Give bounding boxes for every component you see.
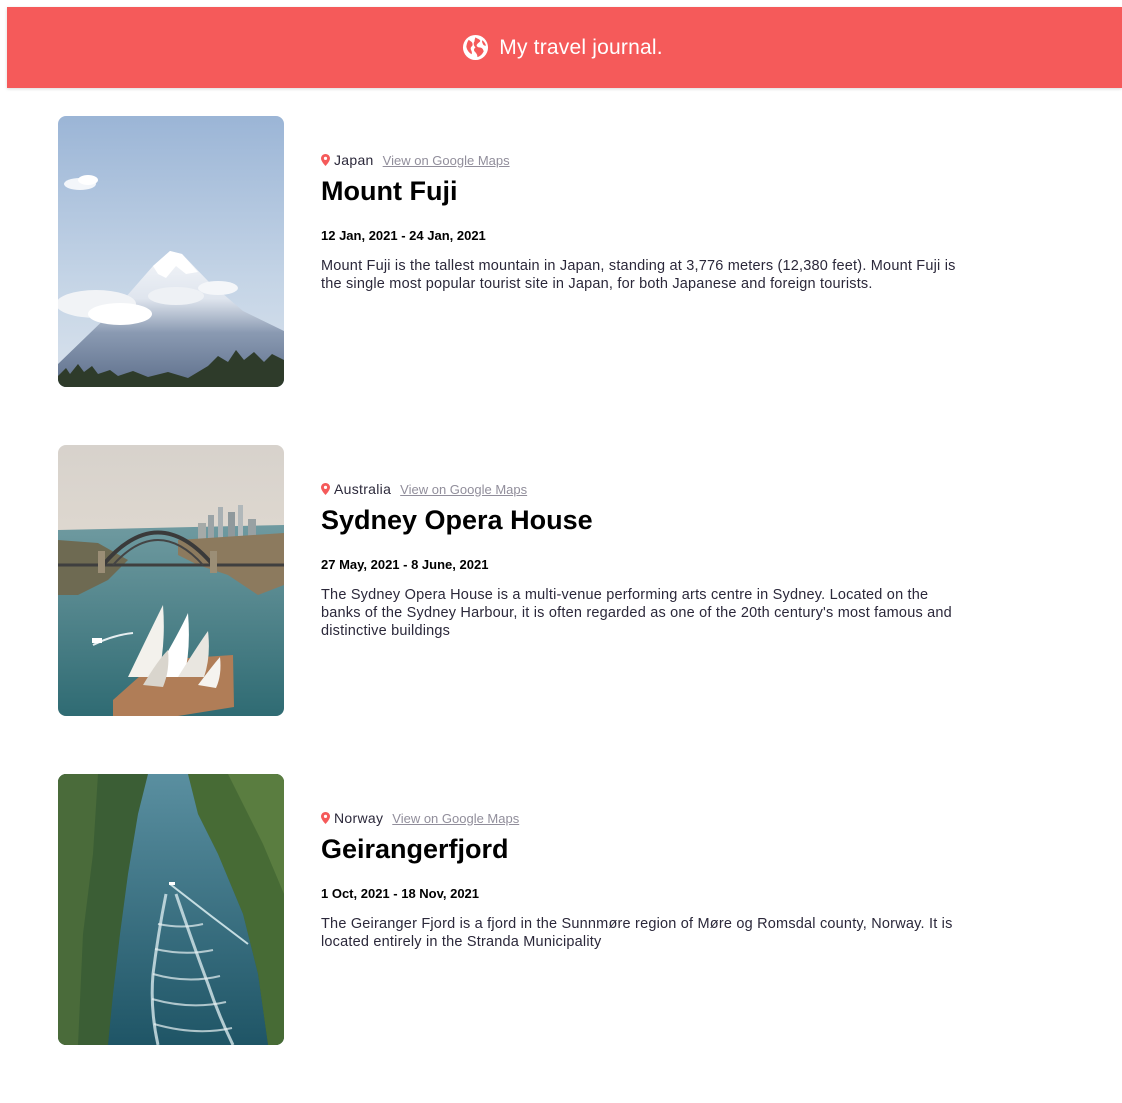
- location-row: Norway View on Google Maps: [321, 809, 961, 827]
- entry-info: Australia View on Google Maps Sydney Ope…: [321, 480, 961, 640]
- entry-description: The Geiranger Fjord is a fjord in the Su…: [321, 916, 953, 950]
- geirangerfjord-photo: [58, 774, 284, 1045]
- journal-entry: Japan View on Google Maps Mount Fuji 12 …: [58, 116, 1058, 445]
- entry-dates: 12 Jan, 2021 - 24 Jan, 2021: [321, 228, 486, 243]
- location-pin-icon: [321, 154, 330, 166]
- entry-info: Japan View on Google Maps Mount Fuji 12 …: [321, 151, 961, 293]
- mount-fuji-photo: [58, 116, 284, 387]
- entry-title: Mount Fuji: [321, 176, 458, 206]
- navbar: My travel journal.: [7, 7, 1122, 88]
- google-maps-link[interactable]: View on Google Maps: [392, 811, 519, 826]
- entry-dates: 1 Oct, 2021 - 18 Nov, 2021: [321, 886, 480, 901]
- journal-entries: Japan View on Google Maps Mount Fuji 12 …: [58, 116, 1058, 1103]
- entry-info: Norway View on Google Maps Geirangerfjor…: [321, 809, 961, 951]
- app-title: My travel journal.: [499, 35, 663, 59]
- entry-description: The Sydney Opera House is a multi-venue …: [321, 587, 952, 639]
- google-maps-link[interactable]: View on Google Maps: [383, 153, 510, 168]
- location-pin-icon: [321, 812, 330, 824]
- entry-dates: 27 May, 2021 - 8 June, 2021: [321, 557, 489, 572]
- location-row: Australia View on Google Maps: [321, 480, 961, 498]
- country-label: Australia: [334, 481, 392, 497]
- navbar-brand[interactable]: My travel journal.: [462, 34, 663, 61]
- journal-entry: Norway View on Google Maps Geirangerfjor…: [58, 774, 1058, 1103]
- location-pin-icon: [321, 483, 330, 495]
- sydney-opera-house-photo: [58, 445, 284, 716]
- entry-title: Sydney Opera House: [321, 505, 593, 535]
- country-label: Norway: [334, 810, 384, 826]
- google-maps-link[interactable]: View on Google Maps: [400, 482, 527, 497]
- country-label: Japan: [334, 152, 374, 168]
- entry-description: Mount Fuji is the tallest mountain in Ja…: [321, 258, 956, 292]
- entry-title: Geirangerfjord: [321, 834, 509, 864]
- globe-icon: [463, 34, 489, 61]
- journal-entry: Australia View on Google Maps Sydney Ope…: [58, 445, 1058, 774]
- location-row: Japan View on Google Maps: [321, 151, 961, 169]
